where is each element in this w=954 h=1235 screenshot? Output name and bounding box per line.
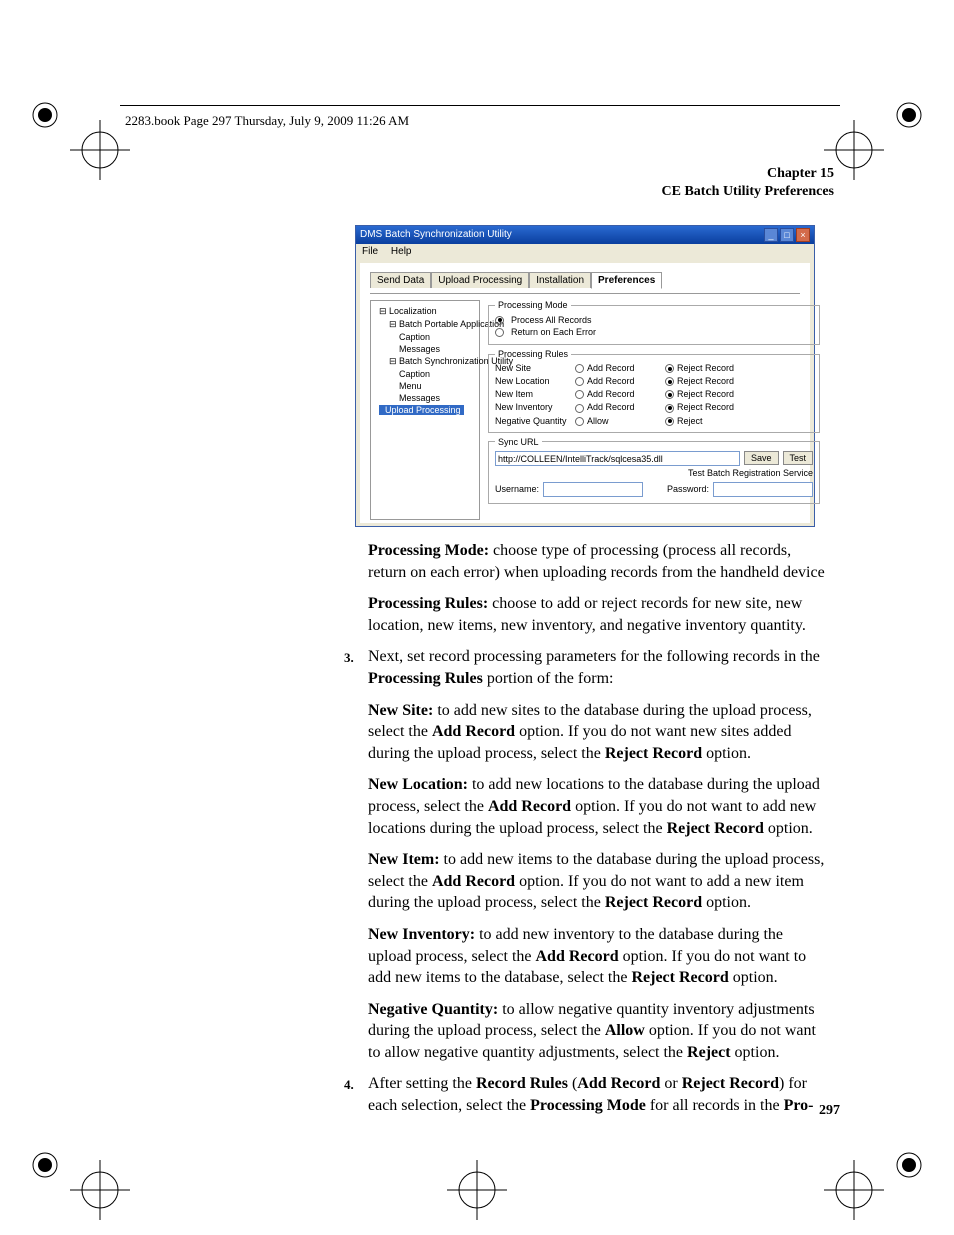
body-text: Processing Mode: choose type of processi… <box>368 540 828 1127</box>
titlebar: DMS Batch Synchronization Utility _ □ × <box>356 226 814 244</box>
tree-messages-2[interactable]: Messages <box>373 392 477 404</box>
group-processing-rules: Processing Rules New Site Add Record Rej… <box>488 349 820 433</box>
rule-new-inventory: New Inventory <box>495 402 575 412</box>
preferences-tree[interactable]: ⊟ Localization ⊟ Batch Portable Applicat… <box>370 300 480 520</box>
step-4-number: 4. <box>344 1073 368 1116</box>
tab-installation[interactable]: Installation <box>529 272 591 288</box>
test-button[interactable]: Test <box>783 451 814 465</box>
radio-neg-allow[interactable] <box>575 417 584 426</box>
label-process-all: Process All Records <box>511 315 592 325</box>
password-input[interactable] <box>713 482 813 497</box>
rule-new-location: New Location <box>495 376 575 386</box>
label-return-err: Return on Each Error <box>511 327 596 337</box>
radio-site-reject[interactable] <box>665 364 674 373</box>
window-title: DMS Batch Synchronization Utility <box>360 226 512 244</box>
tabs: Send DataUpload ProcessingInstallationPr… <box>370 271 800 288</box>
crop-mark-icon <box>70 1160 130 1220</box>
running-head: Chapter 15 CE Batch Utility Preferences <box>662 165 835 201</box>
radio-loc-add[interactable] <box>575 377 584 386</box>
rule-new-site: New Site <box>495 363 575 373</box>
legend-processing-rules: Processing Rules <box>495 349 571 359</box>
username-label: Username: <box>495 484 539 494</box>
radio-return-err[interactable] <box>495 328 504 337</box>
crop-mark-icon <box>447 1160 507 1220</box>
close-button[interactable]: × <box>796 228 810 242</box>
sync-url-input[interactable]: http://COLLEEN/IntelliTrack/sqlcesa35.dl… <box>495 451 740 466</box>
legend-sync-url: Sync URL <box>495 437 542 447</box>
step-3-number: 3. <box>344 646 368 689</box>
section-label: CE Batch Utility Preferences <box>662 183 835 201</box>
menubar: File Help <box>356 244 814 259</box>
tree-caption-1[interactable]: Caption <box>373 331 477 343</box>
tab-send-data[interactable]: Send Data <box>370 272 431 288</box>
radio-item-add[interactable] <box>575 390 584 399</box>
registration-mark-icon <box>894 100 924 130</box>
radio-site-add[interactable] <box>575 364 584 373</box>
radio-process-all[interactable] <box>495 316 504 325</box>
radio-neg-reject[interactable] <box>665 417 674 426</box>
menu-file[interactable]: File <box>362 246 378 257</box>
tree-bpa[interactable]: ⊟ Batch Portable Application <box>373 318 477 331</box>
group-sync-url: Sync URL http://COLLEEN/IntelliTrack/sql… <box>488 437 820 504</box>
app-window: DMS Batch Synchronization Utility _ □ × … <box>355 225 815 527</box>
tree-caption-2[interactable]: Caption <box>373 368 477 380</box>
menu-help[interactable]: Help <box>391 246 412 257</box>
radio-inv-reject[interactable] <box>665 404 674 413</box>
registration-mark-icon <box>894 1150 924 1180</box>
tree-messages-1[interactable]: Messages <box>373 343 477 355</box>
radio-inv-add[interactable] <box>575 404 584 413</box>
registration-mark-icon <box>30 100 60 130</box>
tree-localization[interactable]: ⊟ Localization <box>373 305 477 318</box>
tree-bsu[interactable]: ⊟ Batch Synchronization Utility <box>373 355 477 368</box>
maximize-button[interactable]: □ <box>780 228 794 242</box>
tab-preferences[interactable]: Preferences <box>591 272 662 289</box>
rule-new-item: New Item <box>495 389 575 399</box>
legend-processing-mode: Processing Mode <box>495 300 571 310</box>
username-input[interactable] <box>543 482 643 497</box>
save-button[interactable]: Save <box>744 451 779 465</box>
chapter-label: Chapter 15 <box>662 165 835 183</box>
tree-upload-processing[interactable]: Upload Processing <box>373 404 477 416</box>
rule-negative-qty: Negative Quantity <box>495 416 575 426</box>
minimize-button[interactable]: _ <box>764 228 778 242</box>
test-service-label: Test Batch Registration Service <box>495 466 813 478</box>
tab-upload-processing[interactable]: Upload Processing <box>431 272 529 288</box>
password-label: Password: <box>667 484 709 494</box>
radio-loc-reject[interactable] <box>665 377 674 386</box>
registration-mark-icon <box>30 1150 60 1180</box>
crop-mark-icon <box>824 1160 884 1220</box>
radio-item-reject[interactable] <box>665 390 674 399</box>
tree-menu[interactable]: Menu <box>373 380 477 392</box>
group-processing-mode: Processing Mode Process All Records Retu… <box>488 300 820 345</box>
